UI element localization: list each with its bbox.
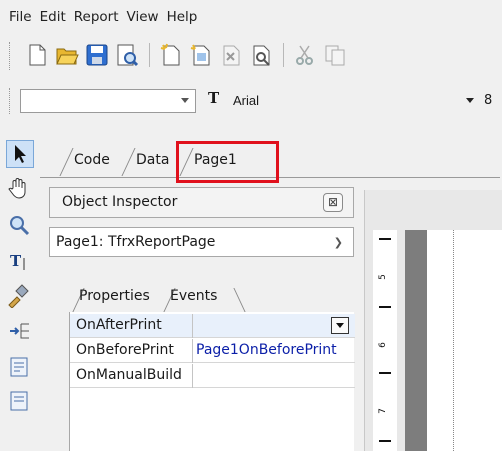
- toolbar-separator: [149, 43, 150, 67]
- zoom-tool-icon[interactable]: [6, 212, 34, 240]
- ruler-label: 7: [377, 408, 388, 414]
- tab-events-label: Events: [170, 288, 218, 304]
- event-grid: OnAfterPrint OnBeforePrint Page1OnBefore…: [69, 312, 355, 451]
- cut-icon[interactable]: [292, 42, 318, 68]
- menu-file[interactable]: File: [9, 9, 32, 25]
- menu-help[interactable]: Help: [167, 9, 198, 25]
- tab-data-label: Data: [136, 152, 170, 168]
- menu-report[interactable]: Report: [74, 9, 119, 25]
- chevron-down-icon[interactable]: ❯: [334, 236, 343, 249]
- ruler-label: 6: [377, 342, 388, 348]
- toolbar-grip[interactable]: [9, 88, 12, 114]
- object-icon[interactable]: [6, 354, 34, 382]
- page-settings-icon[interactable]: [248, 42, 274, 68]
- table-row[interactable]: OnBeforePrint Page1OnBeforePrint: [70, 339, 355, 363]
- dropdown-button[interactable]: [331, 317, 349, 334]
- chevron-down-icon[interactable]: [181, 98, 189, 103]
- menu-view[interactable]: View: [127, 9, 159, 25]
- style-combo[interactable]: [20, 89, 196, 113]
- tab-data[interactable]: Data: [126, 146, 169, 174]
- object2-icon[interactable]: [6, 388, 34, 416]
- design-surface: 5 6 7: [364, 190, 502, 451]
- inspector-title: Object Inspector: [62, 194, 178, 210]
- preview-icon[interactable]: [114, 42, 140, 68]
- ruler-tick: [379, 238, 391, 240]
- new-page-icon[interactable]: [158, 42, 184, 68]
- column-divider: [192, 314, 193, 338]
- event-name: OnManualBuild: [76, 367, 182, 383]
- chevron-down-icon[interactable]: [466, 98, 474, 103]
- menu-bar: File Edit Report View Help: [0, 0, 502, 34]
- tab-events[interactable]: Events: [164, 288, 217, 312]
- delete-page-icon[interactable]: [218, 42, 244, 68]
- column-divider: [192, 339, 193, 363]
- table-row[interactable]: OnAfterPrint: [70, 314, 355, 338]
- font-size-value[interactable]: 8: [484, 93, 492, 108]
- page-margin: [405, 230, 427, 451]
- tab-edge: [233, 288, 246, 312]
- copy-icon[interactable]: [322, 42, 348, 68]
- object-inspector: Object Inspector ⊠ Page1: TfrxReportPage…: [49, 187, 359, 451]
- column-divider: [192, 364, 193, 388]
- text-tool-icon[interactable]: T: [6, 248, 34, 276]
- new-dialog-icon[interactable]: [188, 42, 214, 68]
- tab-properties-label: Properties: [79, 288, 150, 304]
- tab-properties[interactable]: Properties: [73, 288, 150, 312]
- save-icon[interactable]: [84, 42, 110, 68]
- table-row[interactable]: OnManualBuild: [70, 364, 355, 388]
- ruler-label: 5: [377, 274, 388, 280]
- event-value[interactable]: Page1OnBeforePrint: [196, 342, 355, 358]
- band-icon[interactable]: [6, 318, 34, 346]
- toolbar-separator: [283, 43, 284, 67]
- ruler-tick: [379, 372, 391, 374]
- object-selector-value: Page1: TfrxReportPage: [56, 234, 216, 250]
- standard-toolbar: [0, 34, 502, 78]
- page-grid-line: [453, 230, 454, 451]
- truetype-font-icon: T: [208, 89, 220, 107]
- object-selector[interactable]: Page1: TfrxReportPage ❯: [49, 227, 354, 257]
- tab-code-label: Code: [74, 152, 110, 168]
- tab-code[interactable]: Code: [64, 146, 110, 174]
- inspector-header: Object Inspector ⊠: [49, 187, 354, 218]
- format-toolbar: T Arial 8: [0, 78, 502, 122]
- select-tool-icon[interactable]: [6, 140, 34, 168]
- ruler-tick: [379, 306, 391, 308]
- hand-tool-icon[interactable]: [6, 175, 34, 203]
- tools-palette: T: [0, 132, 40, 451]
- new-icon[interactable]: [24, 42, 50, 68]
- report-page[interactable]: [427, 230, 502, 451]
- page1-highlight-box: [176, 141, 279, 183]
- font-name-value[interactable]: Arial: [233, 93, 259, 108]
- event-name: OnBeforePrint: [76, 342, 174, 358]
- toolbar-grip[interactable]: [9, 42, 12, 70]
- menu-edit[interactable]: Edit: [40, 9, 66, 25]
- svg-text:T: T: [10, 252, 22, 270]
- format-copy-icon[interactable]: [6, 282, 34, 310]
- ruler-tick: [379, 440, 391, 442]
- vertical-ruler: 5 6 7: [373, 230, 397, 451]
- event-name: OnAfterPrint: [76, 317, 162, 333]
- open-icon[interactable]: [54, 42, 80, 68]
- close-icon[interactable]: ⊠: [323, 193, 343, 212]
